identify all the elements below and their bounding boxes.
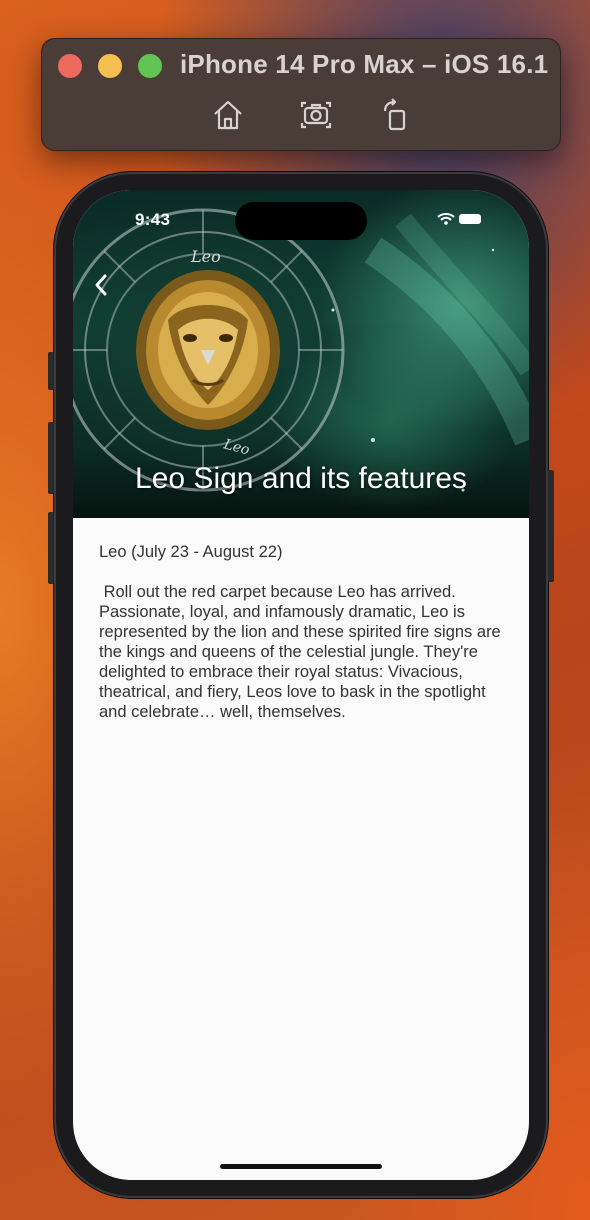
simulator-title: iPhone 14 Pro Max – iOS 16.1 <box>180 49 549 79</box>
zoom-window-button[interactable] <box>138 54 162 78</box>
home-indicator[interactable] <box>220 1164 382 1169</box>
page-title: Leo Sign and its features <box>135 462 467 495</box>
status-time: 9:43 <box>135 210 171 229</box>
sign-dates: Leo (July 23 - August 22) <box>99 543 283 561</box>
dynamic-island <box>235 202 367 240</box>
wheel-label-bottom: Leo <box>221 436 251 458</box>
lion-emblem <box>136 270 280 430</box>
hero-header: Leo Leo 9:43 Leo Sign and its features <box>73 190 529 518</box>
screenshot-icon[interactable] <box>298 97 334 133</box>
wheel-label-top: Leo <box>190 247 221 266</box>
wifi-icon <box>437 213 455 225</box>
sign-body-text: Roll out the red carpet because Leo has … <box>99 583 506 721</box>
power-button <box>548 470 554 582</box>
sign-description: Leo (July 23 - August 22) Roll out the r… <box>99 542 509 722</box>
rotate-icon[interactable] <box>378 97 414 133</box>
battery-icon <box>459 214 481 224</box>
app-screen: Leo Leo 9:43 Leo Sign and its features L… <box>73 190 529 1180</box>
simulator-title-bar: iPhone 14 Pro Max – iOS 16.1 <box>41 38 561 151</box>
mute-switch <box>48 352 54 390</box>
home-icon[interactable] <box>210 97 246 133</box>
minimize-window-button[interactable] <box>98 54 122 78</box>
status-icons <box>437 212 483 231</box>
volume-up-button <box>48 422 54 494</box>
volume-down-button <box>48 512 54 584</box>
chevron-left-icon <box>95 274 107 296</box>
back-button[interactable] <box>87 270 117 300</box>
close-window-button[interactable] <box>58 54 82 78</box>
